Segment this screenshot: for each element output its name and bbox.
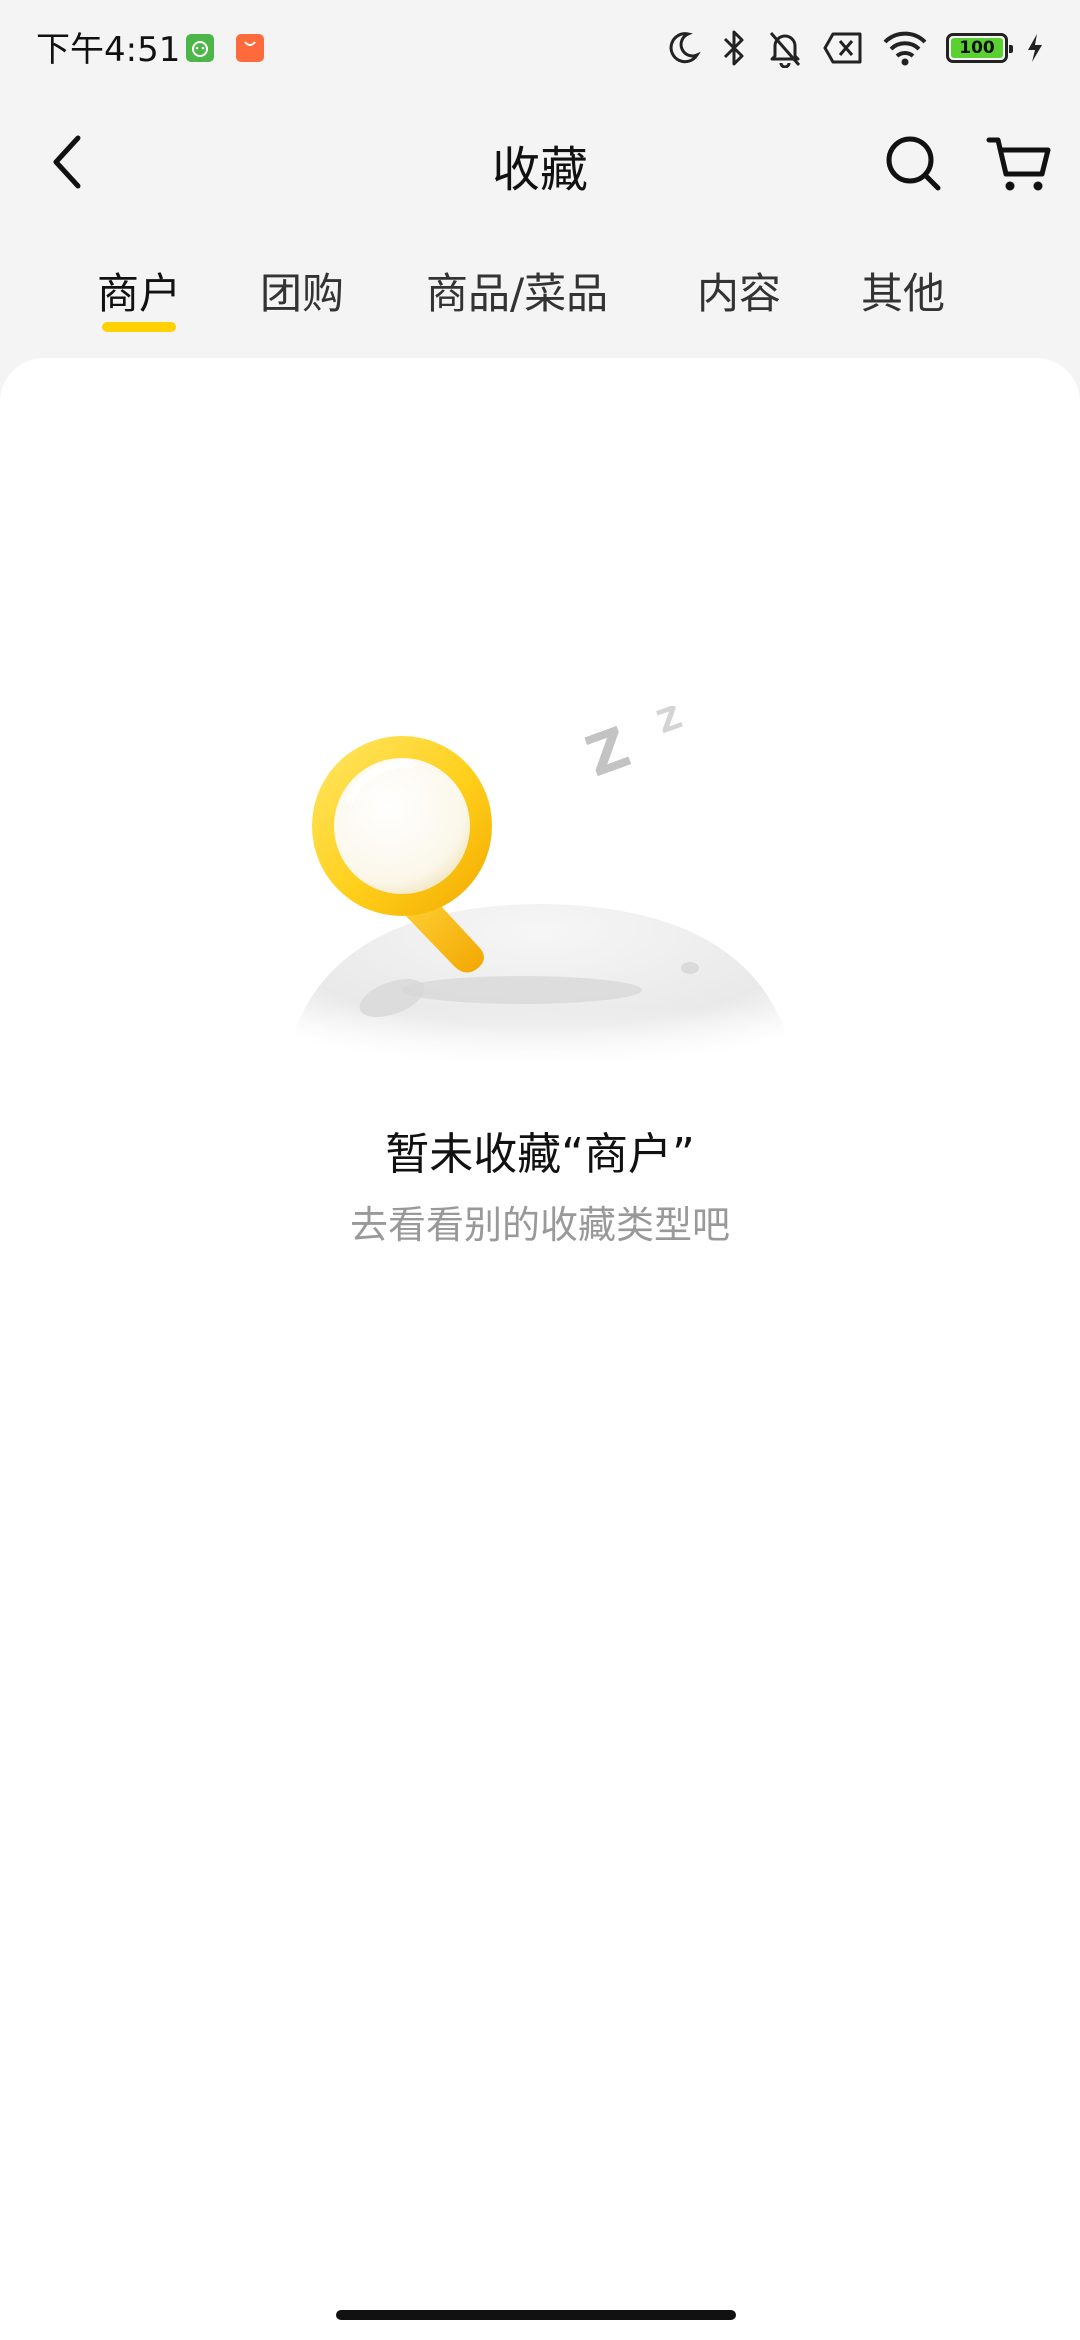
moon-icon — [664, 29, 702, 67]
nav-bar: 收藏 — [0, 96, 1080, 232]
tab-content[interactable]: 内容 — [697, 260, 781, 321]
status-bar: 下午4:51 100 — [0, 0, 1080, 96]
bluetooth-icon — [720, 28, 748, 68]
active-tab-indicator — [102, 322, 176, 332]
wifi-icon — [882, 30, 928, 66]
cart-button[interactable] — [984, 130, 1056, 198]
search-button[interactable] — [880, 130, 948, 198]
tab-products-dishes[interactable]: 商品/菜品 — [426, 260, 608, 321]
tab-group-buy[interactable]: 团购 — [260, 260, 344, 321]
sim-off-icon — [822, 31, 864, 65]
home-indicator[interactable] — [336, 2310, 736, 2320]
charging-icon — [1026, 33, 1044, 63]
empty-state-subtitle: 去看看别的收藏类型吧 — [349, 1203, 730, 1247]
status-time: 下午4:51 — [36, 30, 181, 70]
battery-level: 100 — [959, 38, 995, 58]
app-android-icon — [186, 34, 214, 62]
app-shopping-icon — [236, 34, 264, 62]
bell-muted-icon — [766, 28, 804, 68]
battery-icon: 100 — [946, 33, 1013, 63]
svg-text:Z: Z — [652, 706, 687, 741]
content-card — [0, 358, 1080, 2340]
category-tabs: 商户 团购 商品/菜品 内容 其他 — [0, 236, 1080, 346]
sleeping-magnifier-icon: Z Z — [272, 698, 808, 1086]
cart-icon — [986, 137, 1051, 191]
empty-state-title: 暂未收藏“商户” — [385, 1129, 695, 1180]
tab-other[interactable]: 其他 — [861, 260, 945, 321]
search-icon — [886, 136, 941, 191]
svg-text:Z: Z — [578, 715, 638, 790]
tab-merchant[interactable]: 商户 — [97, 260, 181, 321]
